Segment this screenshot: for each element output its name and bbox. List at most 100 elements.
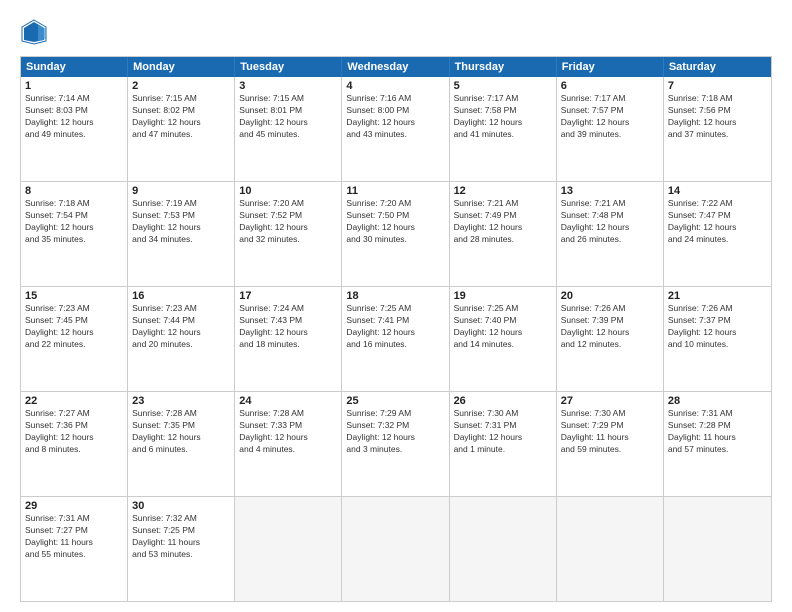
calendar-cell-empty-4-2 xyxy=(235,497,342,601)
weekday-header-tuesday: Tuesday xyxy=(235,57,342,77)
weekday-header-wednesday: Wednesday xyxy=(342,57,449,77)
cell-details: Sunrise: 7:31 AMSunset: 7:27 PMDaylight:… xyxy=(25,513,123,561)
cell-details: Sunrise: 7:20 AMSunset: 7:50 PMDaylight:… xyxy=(346,198,444,246)
day-number: 28 xyxy=(668,395,767,407)
day-number: 21 xyxy=(668,290,767,302)
header xyxy=(20,18,772,46)
cell-details: Sunrise: 7:31 AMSunset: 7:28 PMDaylight:… xyxy=(668,408,767,456)
calendar-cell-28: 28Sunrise: 7:31 AMSunset: 7:28 PMDayligh… xyxy=(664,392,771,496)
calendar-cell-8: 8Sunrise: 7:18 AMSunset: 7:54 PMDaylight… xyxy=(21,182,128,286)
calendar-cell-11: 11Sunrise: 7:20 AMSunset: 7:50 PMDayligh… xyxy=(342,182,449,286)
calendar-cell-26: 26Sunrise: 7:30 AMSunset: 7:31 PMDayligh… xyxy=(450,392,557,496)
calendar-cell-27: 27Sunrise: 7:30 AMSunset: 7:29 PMDayligh… xyxy=(557,392,664,496)
calendar-cell-empty-4-6 xyxy=(664,497,771,601)
day-number: 26 xyxy=(454,395,552,407)
weekday-header-monday: Monday xyxy=(128,57,235,77)
day-number: 23 xyxy=(132,395,230,407)
day-number: 7 xyxy=(668,80,767,92)
calendar-header: SundayMondayTuesdayWednesdayThursdayFrid… xyxy=(21,57,771,77)
cell-details: Sunrise: 7:14 AMSunset: 8:03 PMDaylight:… xyxy=(25,93,123,141)
cell-details: Sunrise: 7:15 AMSunset: 8:01 PMDaylight:… xyxy=(239,93,337,141)
day-number: 27 xyxy=(561,395,659,407)
calendar-cell-6: 6Sunrise: 7:17 AMSunset: 7:57 PMDaylight… xyxy=(557,77,664,181)
calendar-cell-16: 16Sunrise: 7:23 AMSunset: 7:44 PMDayligh… xyxy=(128,287,235,391)
cell-details: Sunrise: 7:18 AMSunset: 7:54 PMDaylight:… xyxy=(25,198,123,246)
day-number: 18 xyxy=(346,290,444,302)
day-number: 6 xyxy=(561,80,659,92)
calendar-row-3: 22Sunrise: 7:27 AMSunset: 7:36 PMDayligh… xyxy=(21,392,771,497)
day-number: 30 xyxy=(132,500,230,512)
calendar-cell-23: 23Sunrise: 7:28 AMSunset: 7:35 PMDayligh… xyxy=(128,392,235,496)
cell-details: Sunrise: 7:17 AMSunset: 7:57 PMDaylight:… xyxy=(561,93,659,141)
calendar-cell-12: 12Sunrise: 7:21 AMSunset: 7:49 PMDayligh… xyxy=(450,182,557,286)
cell-details: Sunrise: 7:27 AMSunset: 7:36 PMDaylight:… xyxy=(25,408,123,456)
calendar-cell-30: 30Sunrise: 7:32 AMSunset: 7:25 PMDayligh… xyxy=(128,497,235,601)
cell-details: Sunrise: 7:22 AMSunset: 7:47 PMDaylight:… xyxy=(668,198,767,246)
page: SundayMondayTuesdayWednesdayThursdayFrid… xyxy=(0,0,792,612)
calendar-cell-29: 29Sunrise: 7:31 AMSunset: 7:27 PMDayligh… xyxy=(21,497,128,601)
calendar-cell-25: 25Sunrise: 7:29 AMSunset: 7:32 PMDayligh… xyxy=(342,392,449,496)
cell-details: Sunrise: 7:26 AMSunset: 7:39 PMDaylight:… xyxy=(561,303,659,351)
day-number: 11 xyxy=(346,185,444,197)
day-number: 17 xyxy=(239,290,337,302)
day-number: 20 xyxy=(561,290,659,302)
calendar-row-0: 1Sunrise: 7:14 AMSunset: 8:03 PMDaylight… xyxy=(21,77,771,182)
day-number: 4 xyxy=(346,80,444,92)
cell-details: Sunrise: 7:25 AMSunset: 7:40 PMDaylight:… xyxy=(454,303,552,351)
day-number: 10 xyxy=(239,185,337,197)
day-number: 25 xyxy=(346,395,444,407)
calendar-cell-15: 15Sunrise: 7:23 AMSunset: 7:45 PMDayligh… xyxy=(21,287,128,391)
day-number: 5 xyxy=(454,80,552,92)
calendar-cell-empty-4-4 xyxy=(450,497,557,601)
calendar-cell-7: 7Sunrise: 7:18 AMSunset: 7:56 PMDaylight… xyxy=(664,77,771,181)
calendar-cell-10: 10Sunrise: 7:20 AMSunset: 7:52 PMDayligh… xyxy=(235,182,342,286)
weekday-header-thursday: Thursday xyxy=(450,57,557,77)
logo xyxy=(20,18,52,46)
calendar-cell-14: 14Sunrise: 7:22 AMSunset: 7:47 PMDayligh… xyxy=(664,182,771,286)
calendar-row-1: 8Sunrise: 7:18 AMSunset: 7:54 PMDaylight… xyxy=(21,182,771,287)
day-number: 19 xyxy=(454,290,552,302)
day-number: 14 xyxy=(668,185,767,197)
cell-details: Sunrise: 7:23 AMSunset: 7:44 PMDaylight:… xyxy=(132,303,230,351)
cell-details: Sunrise: 7:30 AMSunset: 7:31 PMDaylight:… xyxy=(454,408,552,456)
calendar-cell-3: 3Sunrise: 7:15 AMSunset: 8:01 PMDaylight… xyxy=(235,77,342,181)
calendar-cell-5: 5Sunrise: 7:17 AMSunset: 7:58 PMDaylight… xyxy=(450,77,557,181)
calendar: SundayMondayTuesdayWednesdayThursdayFrid… xyxy=(20,56,772,602)
day-number: 24 xyxy=(239,395,337,407)
calendar-cell-19: 19Sunrise: 7:25 AMSunset: 7:40 PMDayligh… xyxy=(450,287,557,391)
cell-details: Sunrise: 7:28 AMSunset: 7:33 PMDaylight:… xyxy=(239,408,337,456)
cell-details: Sunrise: 7:17 AMSunset: 7:58 PMDaylight:… xyxy=(454,93,552,141)
cell-details: Sunrise: 7:21 AMSunset: 7:48 PMDaylight:… xyxy=(561,198,659,246)
weekday-header-friday: Friday xyxy=(557,57,664,77)
weekday-header-sunday: Sunday xyxy=(21,57,128,77)
cell-details: Sunrise: 7:25 AMSunset: 7:41 PMDaylight:… xyxy=(346,303,444,351)
day-number: 9 xyxy=(132,185,230,197)
calendar-cell-20: 20Sunrise: 7:26 AMSunset: 7:39 PMDayligh… xyxy=(557,287,664,391)
day-number: 8 xyxy=(25,185,123,197)
day-number: 15 xyxy=(25,290,123,302)
cell-details: Sunrise: 7:32 AMSunset: 7:25 PMDaylight:… xyxy=(132,513,230,561)
calendar-cell-2: 2Sunrise: 7:15 AMSunset: 8:02 PMDaylight… xyxy=(128,77,235,181)
day-number: 2 xyxy=(132,80,230,92)
cell-details: Sunrise: 7:21 AMSunset: 7:49 PMDaylight:… xyxy=(454,198,552,246)
calendar-body: 1Sunrise: 7:14 AMSunset: 8:03 PMDaylight… xyxy=(21,77,771,601)
calendar-row-4: 29Sunrise: 7:31 AMSunset: 7:27 PMDayligh… xyxy=(21,497,771,601)
logo-icon xyxy=(20,18,48,46)
calendar-cell-13: 13Sunrise: 7:21 AMSunset: 7:48 PMDayligh… xyxy=(557,182,664,286)
cell-details: Sunrise: 7:19 AMSunset: 7:53 PMDaylight:… xyxy=(132,198,230,246)
calendar-cell-24: 24Sunrise: 7:28 AMSunset: 7:33 PMDayligh… xyxy=(235,392,342,496)
cell-details: Sunrise: 7:24 AMSunset: 7:43 PMDaylight:… xyxy=(239,303,337,351)
calendar-cell-17: 17Sunrise: 7:24 AMSunset: 7:43 PMDayligh… xyxy=(235,287,342,391)
cell-details: Sunrise: 7:26 AMSunset: 7:37 PMDaylight:… xyxy=(668,303,767,351)
calendar-cell-9: 9Sunrise: 7:19 AMSunset: 7:53 PMDaylight… xyxy=(128,182,235,286)
calendar-cell-empty-4-3 xyxy=(342,497,449,601)
day-number: 3 xyxy=(239,80,337,92)
day-number: 1 xyxy=(25,80,123,92)
weekday-header-saturday: Saturday xyxy=(664,57,771,77)
day-number: 13 xyxy=(561,185,659,197)
cell-details: Sunrise: 7:18 AMSunset: 7:56 PMDaylight:… xyxy=(668,93,767,141)
calendar-cell-1: 1Sunrise: 7:14 AMSunset: 8:03 PMDaylight… xyxy=(21,77,128,181)
day-number: 12 xyxy=(454,185,552,197)
cell-details: Sunrise: 7:20 AMSunset: 7:52 PMDaylight:… xyxy=(239,198,337,246)
cell-details: Sunrise: 7:23 AMSunset: 7:45 PMDaylight:… xyxy=(25,303,123,351)
